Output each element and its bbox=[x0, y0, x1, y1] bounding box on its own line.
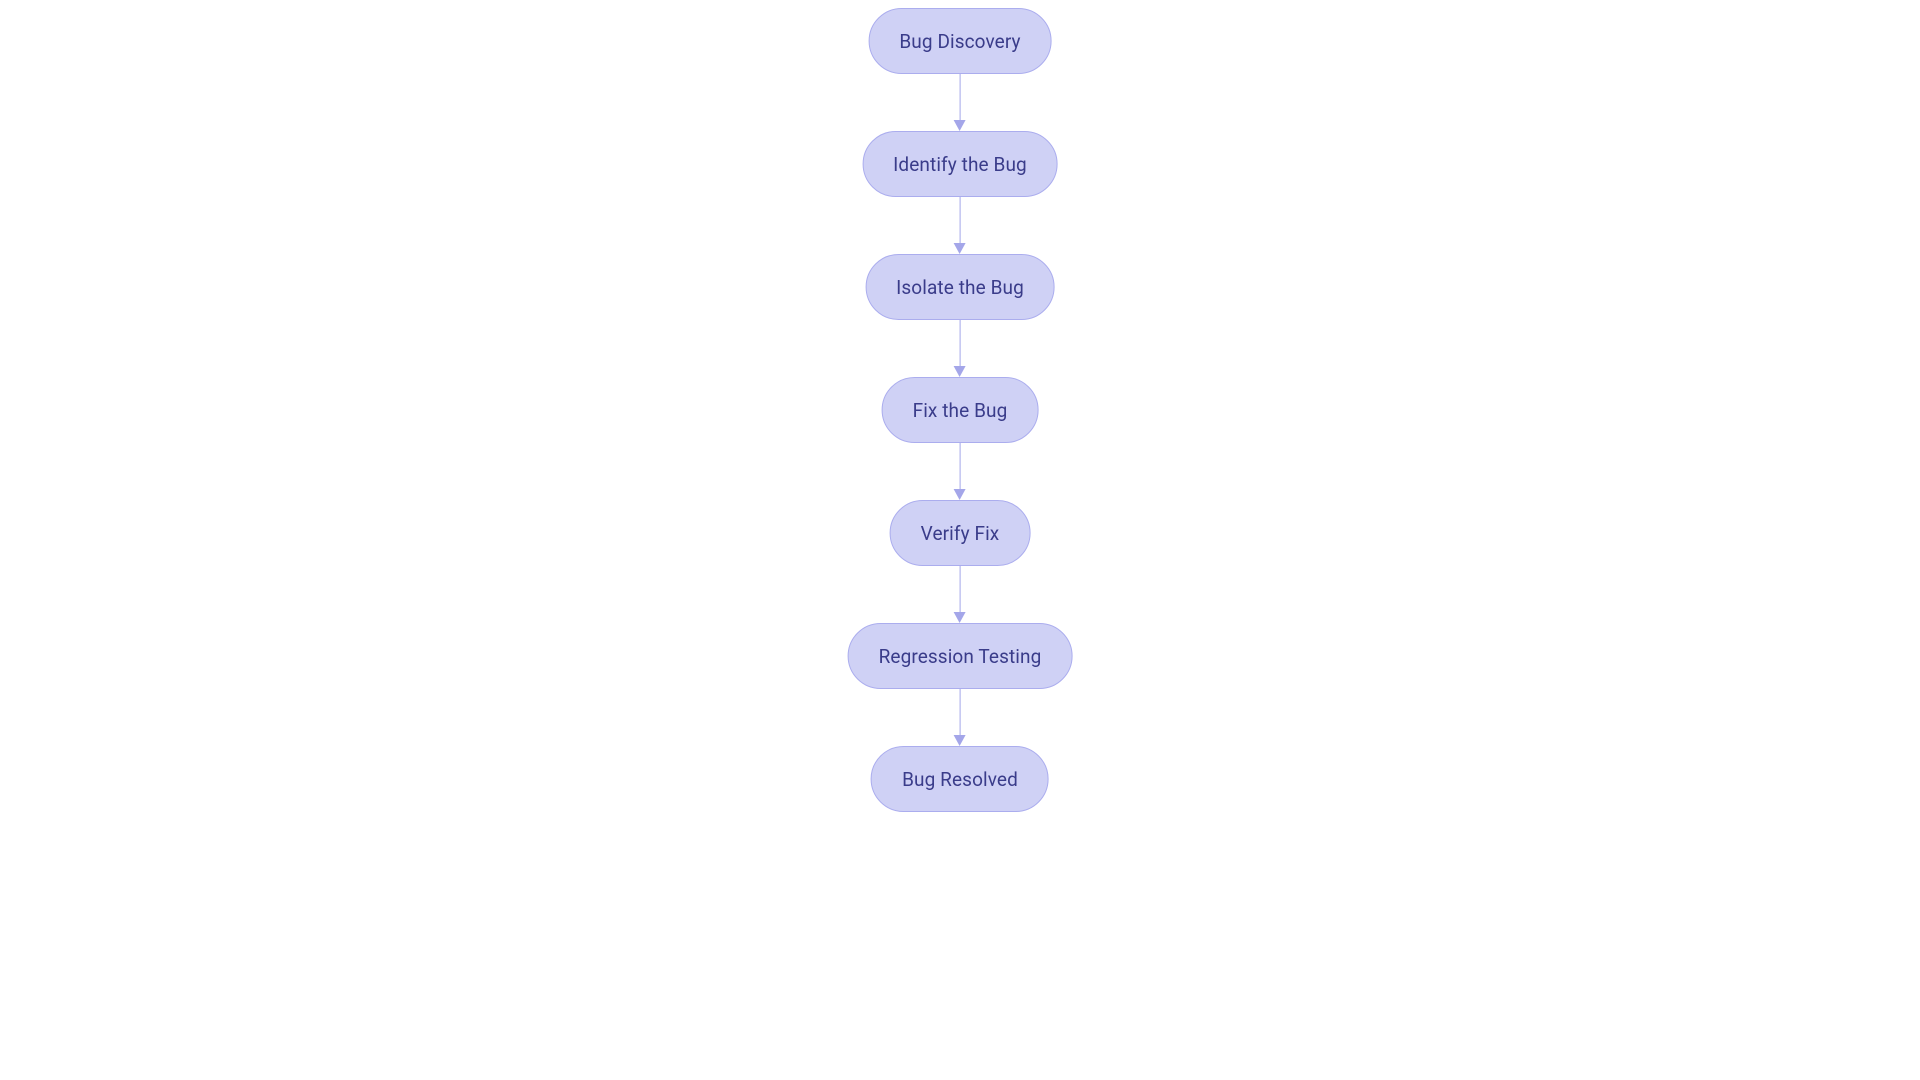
node-label: Bug Discovery bbox=[899, 30, 1020, 53]
flowchart: Bug Discovery Identify the Bug Isolate t… bbox=[848, 8, 1073, 812]
node-label: Regression Testing bbox=[879, 645, 1042, 668]
node-identify-the-bug: Identify the Bug bbox=[862, 131, 1058, 197]
node-label: Verify Fix bbox=[921, 522, 1000, 545]
node-bug-resolved: Bug Resolved bbox=[871, 746, 1049, 812]
arrow bbox=[959, 689, 961, 746]
arrow bbox=[959, 443, 961, 500]
node-regression-testing: Regression Testing bbox=[848, 623, 1073, 689]
node-label: Bug Resolved bbox=[902, 768, 1018, 791]
node-fix-the-bug: Fix the Bug bbox=[882, 377, 1039, 443]
node-label: Fix the Bug bbox=[913, 399, 1008, 422]
node-isolate-the-bug: Isolate the Bug bbox=[865, 254, 1055, 320]
arrow bbox=[959, 566, 961, 623]
node-verify-fix: Verify Fix bbox=[890, 500, 1031, 566]
arrow bbox=[959, 320, 961, 377]
node-label: Isolate the Bug bbox=[896, 276, 1024, 299]
node-label: Identify the Bug bbox=[893, 153, 1027, 176]
arrow bbox=[959, 197, 961, 254]
node-bug-discovery: Bug Discovery bbox=[868, 8, 1051, 74]
arrow bbox=[959, 74, 961, 131]
